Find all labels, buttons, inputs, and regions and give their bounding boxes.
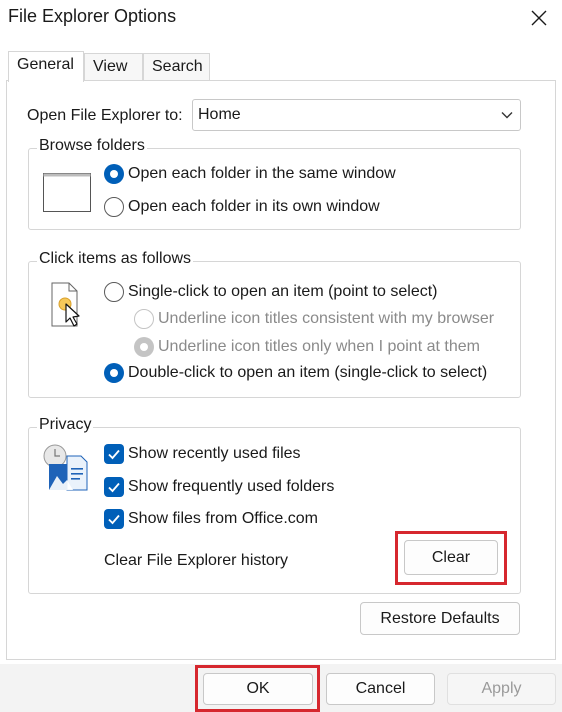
restore-defaults-button[interactable]: Restore Defaults bbox=[360, 602, 520, 635]
own-window-label: Open each folder in its own window bbox=[128, 198, 380, 215]
radio-single-click[interactable] bbox=[104, 282, 124, 302]
pointer-file-icon bbox=[51, 282, 80, 327]
ok-button-label: OK bbox=[246, 680, 270, 697]
privacy-title: Privacy bbox=[37, 416, 94, 434]
checkbox-recent-files[interactable] bbox=[104, 444, 124, 464]
frequent-folders-label: Show frequently used folders bbox=[128, 478, 335, 495]
clear-button-label: Clear bbox=[431, 548, 471, 566]
same-window-label: Open each folder in the same window bbox=[128, 165, 396, 182]
restore-defaults-label: Restore Defaults bbox=[380, 609, 500, 627]
chevron-down-icon bbox=[501, 112, 513, 119]
clear-history-label: Clear File Explorer history bbox=[104, 552, 289, 569]
cancel-button-label: Cancel bbox=[355, 680, 406, 697]
tab-view-label: View bbox=[93, 58, 128, 75]
tab-general-label: General bbox=[17, 56, 74, 73]
double-click-label: Double-click to open an item (single-cli… bbox=[128, 364, 488, 381]
checkbox-office-files[interactable] bbox=[104, 509, 124, 529]
open-to-label: Open File Explorer to: bbox=[27, 107, 183, 124]
underline-browser-label: Underline icon titles consistent with my… bbox=[158, 310, 495, 327]
close-icon bbox=[531, 10, 547, 26]
checkmark-icon bbox=[108, 449, 120, 460]
cancel-button[interactable]: Cancel bbox=[326, 673, 435, 705]
radio-underline-point[interactable] bbox=[134, 337, 154, 357]
checkmark-icon bbox=[108, 482, 120, 493]
tab-search[interactable]: Search bbox=[143, 53, 210, 81]
privacy-files-icon bbox=[43, 444, 88, 491]
radio-same-window[interactable] bbox=[104, 164, 124, 184]
checkmark-icon bbox=[108, 514, 120, 525]
underline-point-label: Underline icon titles only when I point … bbox=[158, 338, 480, 355]
browse-folders-title: Browse folders bbox=[37, 137, 147, 155]
office-files-label: Show files from Office.com bbox=[128, 510, 318, 527]
clear-button[interactable]: Clear bbox=[404, 540, 498, 575]
checkbox-frequent-folders[interactable] bbox=[104, 477, 124, 497]
window-title: File Explorer Options bbox=[8, 6, 177, 26]
open-to-value: Home bbox=[198, 106, 241, 123]
click-items-title: Click items as follows bbox=[37, 250, 194, 268]
tab-general[interactable]: General bbox=[8, 51, 84, 82]
open-to-dropdown[interactable]: Home bbox=[192, 99, 521, 131]
ok-button[interactable]: OK bbox=[203, 673, 313, 705]
title-bar: File Explorer Options bbox=[0, 0, 562, 38]
window-icon bbox=[43, 173, 91, 212]
apply-button-label: Apply bbox=[481, 680, 522, 697]
close-button[interactable] bbox=[516, 0, 562, 36]
tab-view[interactable]: View bbox=[84, 53, 143, 81]
single-click-label: Single-click to open an item (point to s… bbox=[128, 283, 438, 300]
radio-own-window[interactable] bbox=[104, 197, 124, 217]
click-items-group: Click items as follows Single-click to o… bbox=[28, 250, 521, 398]
recent-files-label: Show recently used files bbox=[128, 445, 301, 462]
apply-button[interactable]: Apply bbox=[447, 673, 556, 705]
radio-double-click[interactable] bbox=[104, 363, 124, 383]
browse-folders-group: Browse folders Open each folder in the s… bbox=[28, 137, 521, 230]
radio-underline-browser[interactable] bbox=[134, 309, 154, 329]
tab-search-label: Search bbox=[152, 58, 203, 75]
general-tab-panel: Open File Explorer to: Home Browse folde… bbox=[6, 80, 556, 660]
